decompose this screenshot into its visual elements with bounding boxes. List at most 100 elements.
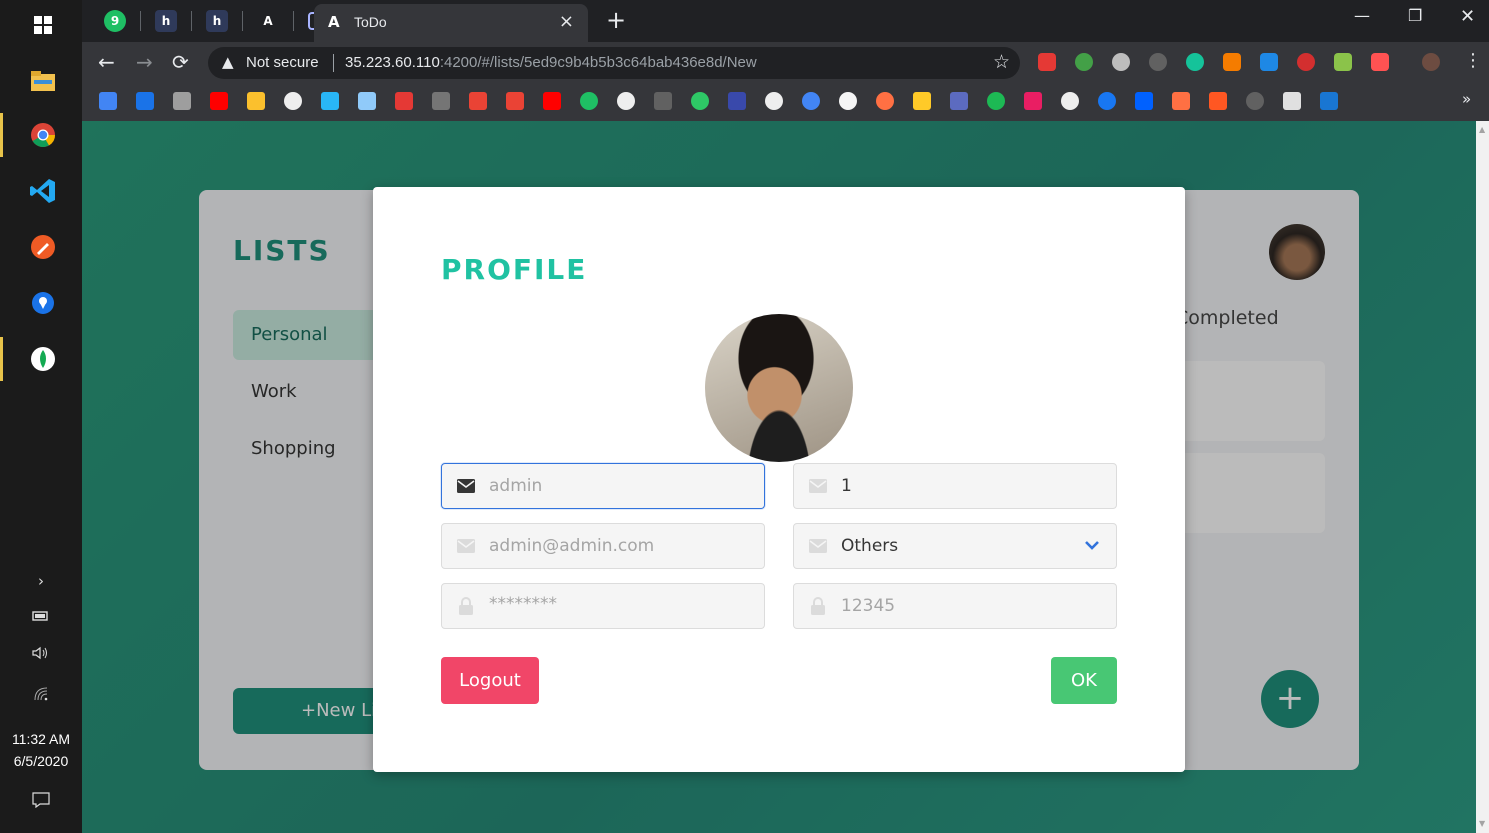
bookmark-blue-icon[interactable] — [728, 92, 746, 110]
pinned-tab-whatsapp-icon[interactable]: 9 — [104, 10, 126, 32]
wifi-icon[interactable] — [0, 686, 82, 702]
bookmark-t-icon[interactable] — [1320, 92, 1338, 110]
windows-start-icon[interactable] — [28, 10, 58, 40]
ok-button[interactable]: OK — [1051, 657, 1117, 704]
extension-red-icon[interactable] — [1038, 53, 1056, 71]
bookmark-u-icon[interactable] — [395, 92, 413, 110]
bookmark-infinity-icon[interactable] — [358, 92, 376, 110]
vscode-icon[interactable] — [28, 176, 58, 206]
bookmark-gmail-icon[interactable] — [469, 92, 487, 110]
bookmark-gmail2-icon[interactable] — [506, 92, 524, 110]
new-tab-icon[interactable]: + — [606, 6, 626, 34]
bookmark-hackerrank-icon[interactable] — [691, 92, 709, 110]
battery-icon[interactable] — [0, 610, 82, 622]
bookmark-image-icon[interactable] — [950, 92, 968, 110]
bookmark-aperture-icon[interactable] — [1246, 92, 1264, 110]
clock-time: 11:32 AM — [11, 731, 71, 747]
gender-select[interactable]: Others — [793, 523, 1117, 569]
warning-icon[interactable]: ▲ — [222, 53, 234, 71]
bookmark-facebook-icon[interactable] — [1098, 92, 1116, 110]
pin-field[interactable]: 12345 — [793, 583, 1117, 629]
minimize-icon[interactable]: — — [1354, 6, 1370, 25]
chrome-taskbar-icon[interactable] — [28, 120, 58, 150]
extension-globe-icon[interactable] — [1112, 53, 1130, 71]
bookmark-slides-icon[interactable] — [247, 92, 265, 110]
chevron-right-icon[interactable]: › — [0, 572, 82, 590]
bookmark-dropbox-icon[interactable] — [1135, 92, 1153, 110]
file-explorer-icon[interactable] — [28, 66, 58, 96]
bookmark-calendar-icon[interactable] — [136, 92, 154, 110]
adblock-plus-icon[interactable] — [1297, 53, 1315, 71]
pinned-tab-h-icon[interactable]: h — [155, 10, 177, 32]
mongodb-compass-icon[interactable] — [28, 344, 58, 374]
user-id-field[interactable]: 1 — [793, 463, 1117, 509]
close-window-icon[interactable]: ✕ — [1460, 6, 1475, 27]
pinned-tab-angular-icon[interactable]: A — [257, 10, 279, 32]
security-label[interactable]: Not secure — [246, 54, 319, 71]
bookmark-pdf-icon[interactable] — [432, 92, 450, 110]
pinned-tab-h2-icon[interactable]: h — [206, 10, 228, 32]
scroll-up-icon[interactable]: ▲ — [1479, 125, 1485, 134]
bookmark-backpack-icon[interactable] — [173, 92, 191, 110]
bookmark-github-icon[interactable] — [839, 92, 857, 110]
bookmark-spotify-icon[interactable] — [987, 92, 1005, 110]
extension-arrow-icon[interactable] — [1371, 53, 1389, 71]
bookmarks-overflow-icon[interactable]: » — [1462, 90, 1471, 108]
grammarly-icon[interactable] — [1186, 53, 1204, 71]
envelope-icon — [808, 476, 828, 496]
email-field[interactable]: admin@admin.com — [441, 523, 765, 569]
address-bar[interactable]: ▲ Not secure 35.223.60.110:4200/#/lists/… — [208, 47, 1020, 79]
bookmark-k-icon[interactable] — [321, 92, 339, 110]
bookmark-docs-icon[interactable] — [99, 92, 117, 110]
envelope-icon — [456, 476, 476, 496]
bookmark-firebase-icon[interactable] — [913, 92, 931, 110]
postman-icon[interactable] — [28, 232, 58, 262]
volume-icon[interactable] — [0, 646, 82, 660]
restore-icon[interactable]: ❐ — [1408, 6, 1422, 25]
username-placeholder: admin — [489, 476, 543, 496]
bookmark-globe-icon[interactable] — [284, 92, 302, 110]
omnibox-separator — [333, 54, 334, 72]
page-scrollbar[interactable]: ▲ ▼ — [1476, 121, 1489, 833]
bookmark-soundcloud-icon[interactable] — [1172, 92, 1190, 110]
browser-toolbar: ← → ⟳ ▲ Not secure 35.223.60.110:4200/#/… — [82, 42, 1489, 84]
url-host: 35.223.60.110 — [345, 54, 440, 71]
lock-icon — [456, 596, 476, 616]
password-field[interactable]: ******** — [441, 583, 765, 629]
extension-pen-icon[interactable] — [1260, 53, 1278, 71]
bookmark-star-icon[interactable]: ☆ — [993, 51, 1010, 73]
notification-center-icon[interactable] — [0, 792, 82, 808]
profile-avatar[interactable] — [705, 314, 853, 462]
bookmark-globe4-icon[interactable] — [1061, 92, 1079, 110]
bookmark-globe3-icon[interactable] — [765, 92, 783, 110]
bookmark-cc-icon[interactable] — [654, 92, 672, 110]
chevron-down-icon[interactable] — [1084, 534, 1100, 560]
tab-todo[interactable]: A ToDo × — [314, 4, 588, 42]
forward-icon[interactable]: → — [136, 50, 153, 74]
logout-button[interactable]: Logout — [441, 657, 539, 704]
system-clock[interactable]: 11:32 AM 6/5/2020 — [0, 728, 82, 772]
bookmark-google-icon[interactable] — [802, 92, 820, 110]
reload-icon[interactable]: ⟳ — [172, 50, 189, 74]
username-field[interactable]: admin — [441, 463, 765, 509]
back-icon[interactable]: ← — [98, 50, 115, 74]
bookmark-cloud-icon[interactable] — [1209, 92, 1227, 110]
extension-mail-icon[interactable] — [1075, 53, 1093, 71]
tab-close-icon[interactable]: × — [559, 11, 574, 32]
bookmark-globe2-icon[interactable] — [617, 92, 635, 110]
pin-value: 12345 — [841, 596, 896, 616]
profile-avatar-icon[interactable] — [1422, 53, 1440, 71]
maps-pin-icon[interactable] — [28, 288, 58, 318]
extension-orange-icon[interactable] — [1223, 53, 1241, 71]
bookmark-whatsapp-icon[interactable] — [580, 92, 598, 110]
bookmark-youtube2-icon[interactable] — [543, 92, 561, 110]
bookmark-g-icon[interactable] — [1024, 92, 1042, 110]
extension-puzzle-icon[interactable] — [1334, 53, 1352, 71]
extension-m-icon[interactable] — [1149, 53, 1167, 71]
chrome-menu-icon[interactable]: ⋮ — [1464, 50, 1482, 71]
bookmark-colorful-icon[interactable] — [876, 92, 894, 110]
bookmark-monitor-icon[interactable] — [1283, 92, 1301, 110]
bookmark-youtube-icon[interactable] — [210, 92, 228, 110]
url-text[interactable]: 35.223.60.110:4200/#/lists/5ed9c9b4b5b3c… — [345, 54, 757, 71]
scroll-down-icon[interactable]: ▼ — [1479, 819, 1485, 828]
